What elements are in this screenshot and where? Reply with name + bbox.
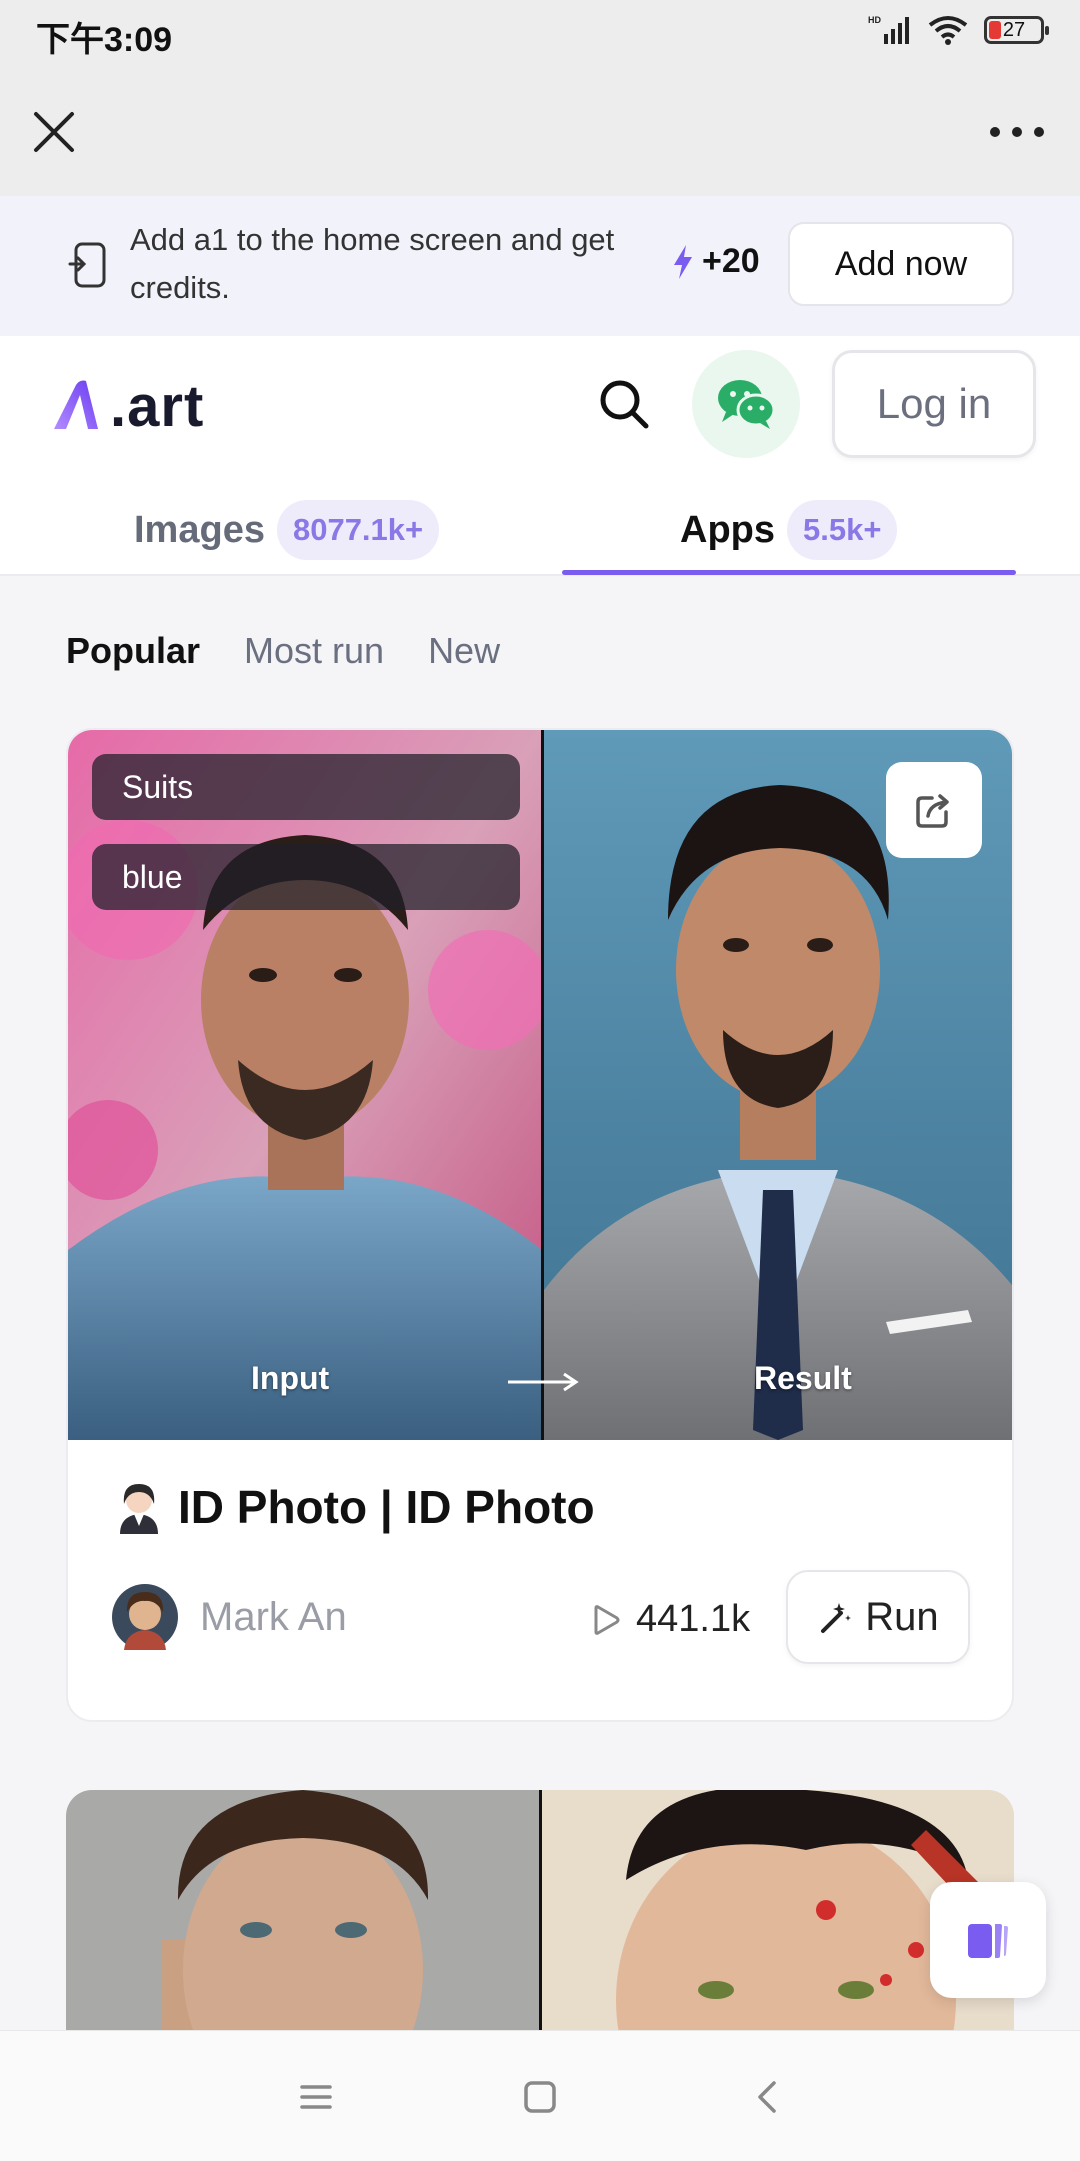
a1-logo-icon (54, 380, 98, 429)
logo[interactable]: .art (50, 366, 204, 446)
wechat-login-button[interactable] (692, 350, 800, 458)
webview-title-bar (0, 66, 1080, 196)
more-icon[interactable] (982, 106, 1052, 158)
active-tab-indicator (562, 570, 1016, 575)
run-button-label: Run (865, 1594, 939, 1639)
before-after-preview-image[interactable] (68, 730, 1014, 1440)
tab-images[interactable]: Images 8077.1k+ (134, 486, 440, 574)
magic-wand-icon (821, 1603, 852, 1633)
content-tabs: Images 8077.1k+ Apps 5.5k+ (0, 486, 1080, 576)
result-label: Result (754, 1360, 852, 1396)
run-button[interactable]: Run (786, 1570, 970, 1664)
credits-amount: +20 (702, 242, 760, 280)
input-label: Input (251, 1360, 330, 1396)
credits-reward: +20 (672, 242, 760, 281)
sort-popular[interactable]: Popular (66, 630, 200, 672)
run-count: 441.1k (588, 1598, 750, 1641)
home-icon[interactable] (516, 2073, 564, 2121)
wechat-icon (718, 380, 776, 429)
tab-count-badge: 5.5k+ (787, 500, 898, 560)
floating-collection-button[interactable] (930, 1882, 1046, 1998)
site-header: .art Log in Images 8077.1k+ Apps 5.5k+ (0, 336, 1080, 576)
run-count-value: 441.1k (636, 1598, 751, 1640)
next-app-card-preview[interactable] (66, 1790, 1014, 2050)
sort-new[interactable]: New (428, 630, 500, 672)
search-icon[interactable] (596, 376, 652, 432)
tab-apps[interactable]: Apps 5.5k+ (680, 486, 898, 574)
tab-label: Apps (680, 508, 775, 551)
svg-text:HD: HD (868, 15, 881, 25)
status-bar: 下午3:09 HD 27 (0, 0, 1080, 66)
banner-text: Add a1 to the home screen and get credit… (130, 222, 615, 305)
status-icons: HD 27 (868, 14, 1049, 46)
add-to-home-banner: Add a1 to the home screen and get credit… (0, 196, 1080, 336)
battery-level: 27 (1002, 19, 1026, 41)
status-time: 下午3:09 (36, 21, 173, 59)
author-name: Mark An (200, 1594, 347, 1639)
lightning-icon (674, 244, 692, 279)
sort-filters: Popular Most run New (66, 630, 500, 672)
sort-most-run[interactable]: Most run (244, 630, 384, 672)
share-icon (916, 794, 949, 828)
author-avatar (112, 1584, 178, 1650)
cards-stack-icon (968, 1924, 1008, 1958)
tab-count-badge: 8077.1k+ (276, 500, 440, 560)
prompt-tag: blue (92, 844, 520, 910)
wifi-icon (928, 16, 968, 45)
prompt-tag: Suits (92, 754, 520, 820)
signal-icon: HD (868, 15, 909, 44)
office-worker-emoji-icon (120, 1484, 158, 1534)
play-icon (594, 1604, 620, 1635)
back-icon[interactable] (744, 2073, 792, 2121)
logo-text: .art (110, 373, 205, 439)
menu-icon[interactable] (292, 2073, 340, 2121)
tab-label: Images (134, 508, 265, 551)
author[interactable]: Mark An (112, 1584, 347, 1650)
battery-indicator: 27 (984, 16, 1049, 44)
app-title-text: ID Photo | ID Photo (178, 1481, 595, 1533)
share-button[interactable] (886, 762, 982, 858)
add-to-home-icon (68, 242, 106, 288)
login-button[interactable]: Log in (832, 350, 1036, 458)
app-title: ID Photo | ID Photo (112, 1480, 595, 1534)
close-icon[interactable] (28, 106, 80, 158)
system-navigation-bar (0, 2030, 1080, 2161)
app-card[interactable]: Suits blue Input Result ID Photo | ID Ph… (66, 728, 1014, 1722)
add-now-button[interactable]: Add now (788, 222, 1014, 306)
